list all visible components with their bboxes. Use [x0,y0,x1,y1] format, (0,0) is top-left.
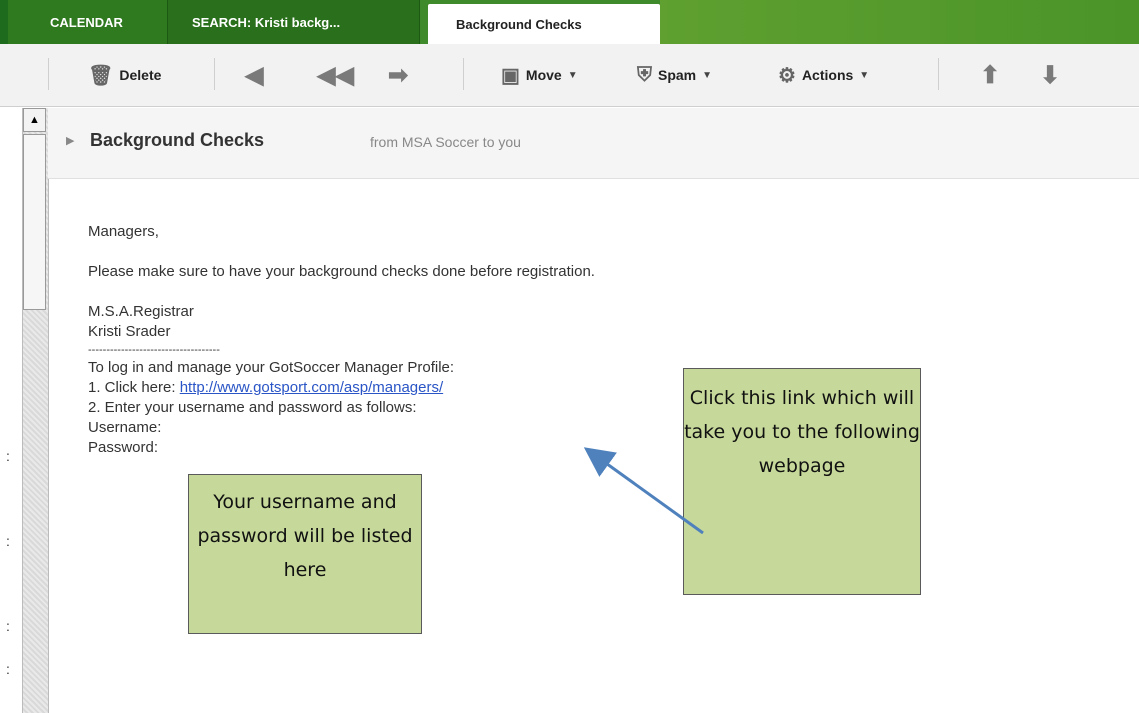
annotation-arrow [583,447,704,535]
callout-pointer-arrow [583,447,704,535]
